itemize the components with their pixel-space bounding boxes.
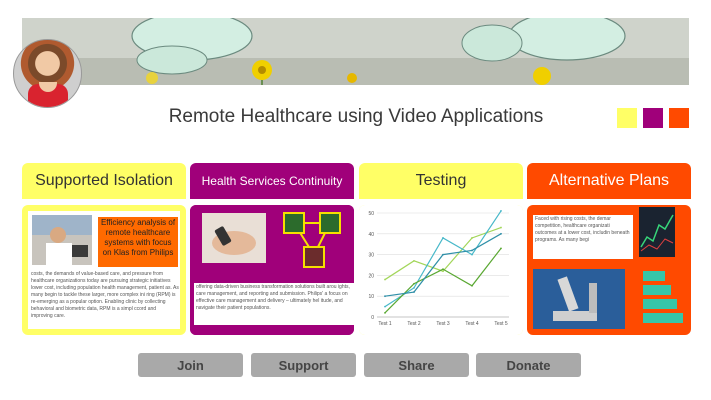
chart-data-point: [471, 253, 473, 256]
body-text: Faced with rising costs, the demar compe…: [533, 215, 633, 259]
callout-box: Efficiency analysis of remote healthcare…: [98, 217, 178, 267]
doctor-photo: [32, 215, 92, 265]
chart-x-tick-label: Test 5: [494, 321, 508, 327]
support-button[interactable]: Support: [251, 353, 356, 377]
chart-data-point: [442, 237, 444, 239]
panel-supported-isolation[interactable]: Supported Isolation Efficiency analysis …: [22, 163, 186, 335]
line-chart: 0 10 20 30 40 50 Test 1 Test 2 Test 3 Test 4 Test …: [359, 205, 523, 335]
hand-phone-photo: [202, 213, 266, 263]
chart-data-point: [413, 291, 415, 293]
panel-heading: Supported Isolation: [22, 163, 186, 199]
color-swatch-yellow[interactable]: [617, 108, 637, 128]
chart-x-tick-label: Test 2: [407, 321, 421, 327]
butterfly-banner-art: [22, 18, 689, 85]
chart-x-tick-label: Test 4: [465, 321, 479, 327]
trading-chart-photo: [639, 207, 675, 257]
chart-data-point: [413, 259, 415, 262]
chart-data-point: [500, 210, 502, 212]
body-text: offering data-driven business transforma…: [194, 283, 354, 325]
chart-y-tick-label: 50: [368, 211, 374, 217]
color-swatch-magenta[interactable]: [643, 108, 663, 128]
chart-x-tick-label: Test 1: [378, 321, 392, 327]
share-button[interactable]: Share: [364, 353, 469, 377]
page-title: Remote Healthcare using Video Applicatio…: [168, 106, 544, 127]
panel-body: Faced with rising costs, the demar compe…: [527, 205, 691, 335]
chart-data-point: [500, 232, 502, 235]
chart-y-tick-label: 40: [368, 232, 374, 238]
callout-text: Efficiency analysis of remote healthcare…: [100, 218, 176, 257]
chart-data-point: [442, 270, 444, 273]
chart-y-tick-label: 10: [368, 294, 374, 300]
body-text: costs, the demands of value-based care, …: [31, 271, 179, 319]
panel-body: offering data-driven business transforma…: [190, 205, 354, 335]
panel-heading: Alternative Plans: [527, 163, 691, 199]
chart-data-point: [442, 268, 444, 271]
chart-data-point: [413, 282, 415, 285]
color-swatch-orange[interactable]: [669, 108, 689, 128]
chart-data-point: [384, 278, 386, 281]
panel-testing[interactable]: Testing 0 10 20 30 40 50 Test 1 Test 2 Test 3 Tes…: [359, 163, 523, 335]
chart-data-point: [384, 311, 386, 314]
chart-data-point: [413, 286, 415, 289]
panel-body: Efficiency analysis of remote healthcare…: [22, 205, 186, 335]
chart-data-point: [500, 247, 502, 250]
panel-health-services-continuity[interactable]: Health Services Continuity offering data…: [190, 163, 354, 335]
panel-alternative-plans[interactable]: Alternative Plans Faced with rising cost…: [527, 163, 691, 335]
chart-data-point: [471, 284, 473, 287]
join-button[interactable]: Join: [138, 353, 243, 377]
device-diagram: [283, 212, 341, 268]
panel-heading: Health Services Continuity: [190, 163, 354, 199]
avatar: [13, 39, 82, 108]
chart-data-point: [384, 305, 386, 308]
chart-x-tick-label: Test 3: [436, 321, 450, 327]
chart-y-tick-label: 30: [368, 253, 374, 259]
microscope-photo: [533, 269, 625, 329]
chart-data-point: [471, 249, 473, 252]
panel-heading: Testing: [359, 163, 523, 199]
header-banner-image: [22, 18, 689, 85]
chart-data-point: [471, 237, 473, 239]
chart-y-tick-label: 0: [371, 315, 374, 321]
chart-y-tick-label: 20: [368, 273, 374, 279]
chart-data-point: [442, 253, 444, 256]
panel-content: offering data-driven business transforma…: [190, 205, 354, 335]
panel-content: Efficiency analysis of remote healthcare…: [28, 211, 180, 329]
panel-body: 0 10 20 30 40 50 Test 1 Test 2 Test 3 Test 4 Test …: [359, 205, 523, 335]
bar-graph-art: [643, 271, 683, 323]
chart-data-point: [500, 226, 502, 229]
chart-data-point: [384, 295, 386, 298]
donate-button[interactable]: Donate: [476, 353, 581, 377]
